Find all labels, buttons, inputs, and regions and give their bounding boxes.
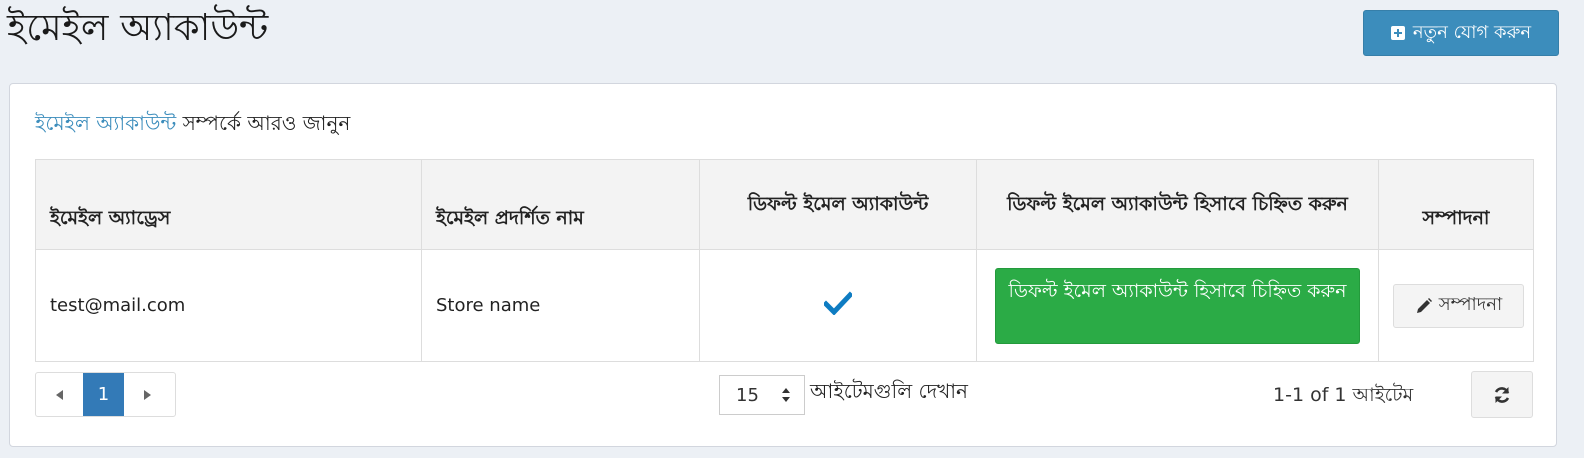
add-new-label: নতুন যোগ করুন bbox=[1412, 21, 1532, 43]
cell-mark-default: ডিফল্ট ইমেল অ্যাকাউন্ট হিসাবে চিহ্নিত কর… bbox=[976, 249, 1379, 362]
next-page-button[interactable] bbox=[124, 373, 171, 416]
triangle-right-icon bbox=[144, 389, 151, 400]
pagination: 1 bbox=[35, 372, 176, 417]
refresh-button[interactable] bbox=[1471, 371, 1533, 418]
add-new-button[interactable]: নতুন যোগ করুন bbox=[1363, 10, 1559, 56]
prev-page-button[interactable] bbox=[36, 373, 83, 416]
column-header-mark-default: ডিফল্ট ইমেল অ্যাকাউন্ট হিসাবে চিহ্নিত কর… bbox=[976, 159, 1379, 250]
triangle-left-icon bbox=[56, 389, 63, 400]
table-row: test@mail.com Store name ডিফল্ট ইমেল অ্য… bbox=[35, 249, 1534, 362]
learn-more-text: ইমেইল অ্যাকাউন্ট সম্পর্কে আরও জানুন bbox=[35, 110, 350, 136]
spinner-icon bbox=[782, 388, 790, 402]
plus-square-icon bbox=[1390, 26, 1405, 40]
page-size-label: আইটেমগুলি দেখান bbox=[810, 379, 968, 403]
pencil-icon bbox=[1416, 297, 1432, 313]
refresh-icon bbox=[1494, 386, 1510, 403]
email-accounts-table: ইমেইল অ্যাড্রেস ইমেইল প্রদর্শিত নাম ডিফল… bbox=[35, 159, 1534, 362]
page-size-select[interactable]: 15 bbox=[719, 375, 805, 415]
learn-more-link[interactable]: ইমেইল অ্যাকাউন্ট bbox=[35, 111, 176, 135]
page-title: ইমেইল অ্যাকাউন্ট bbox=[7, 6, 269, 49]
edit-button-label: সম্পাদনা bbox=[1438, 294, 1503, 315]
cell-display-name: Store name bbox=[421, 249, 700, 362]
mark-default-button[interactable]: ডিফল্ট ইমেল অ্যাকাউন্ট হিসাবে চিহ্নিত কর… bbox=[995, 267, 1360, 344]
column-header-edit: সম্পাদনা bbox=[1378, 159, 1534, 250]
column-header-display-name[interactable]: ইমেইল প্রদর্শিত নাম bbox=[421, 159, 700, 250]
edit-button[interactable]: সম্পাদনা bbox=[1393, 283, 1524, 328]
page-size-value: 15 bbox=[736, 384, 759, 406]
items-count: 1-1 of 1 আইটেম bbox=[1273, 384, 1414, 406]
column-header-default-account[interactable]: ডিফল্ট ইমেল অ্যাকাউন্ট bbox=[699, 159, 977, 250]
cell-is-default bbox=[699, 249, 977, 362]
check-icon bbox=[824, 291, 852, 315]
page-number-button[interactable]: 1 bbox=[83, 373, 124, 416]
email-accounts-panel: ইমেইল অ্যাকাউন্ট সম্পর্কে আরও জানুন ইমেই… bbox=[9, 83, 1557, 447]
column-header-email-address[interactable]: ইমেইল অ্যাড্রেস bbox=[35, 159, 422, 250]
table-header-row: ইমেইল অ্যাড্রেস ইমেইল প্রদর্শিত নাম ডিফল… bbox=[35, 159, 1534, 250]
cell-email: test@mail.com bbox=[35, 249, 422, 362]
cell-edit: সম্পাদনা bbox=[1378, 249, 1534, 362]
learn-more-rest: সম্পর্কে আরও জানুন bbox=[176, 111, 351, 135]
